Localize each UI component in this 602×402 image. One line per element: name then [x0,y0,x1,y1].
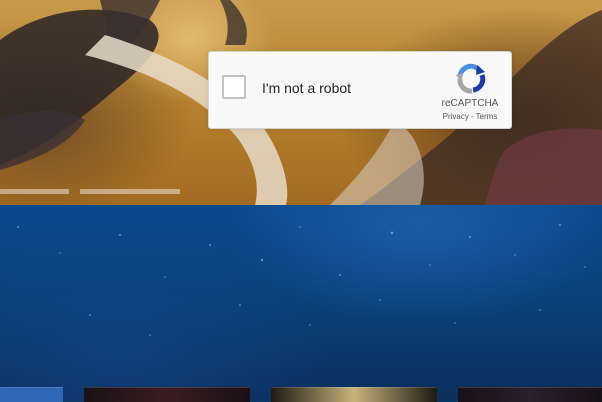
privacy-link[interactable]: Privacy [443,112,469,121]
stars [17,224,586,336]
checkbox-label: I'm not a robot [262,80,352,96]
starry-background [0,205,602,401]
recaptcha-links: Privacy - Terms [431,112,509,121]
thumbnail-4[interactable] [458,387,602,402]
robot-checkbox[interactable] [222,75,246,99]
link-separator: - [470,112,474,121]
thumbnail-3[interactable] [271,387,437,402]
terms-link[interactable]: Terms [476,112,498,121]
recaptcha-logo-icon [456,63,486,94]
recaptcha-widget: I'm not a robot reCAPTCHA Privacy - Terms [208,51,512,129]
thumbnail-1[interactable] [0,387,63,402]
slider-indicator-1[interactable] [0,189,69,194]
recaptcha-brand: reCAPTCHA [441,98,499,109]
thumbnail-2[interactable] [84,387,250,402]
slider-indicator-2[interactable] [80,189,180,194]
